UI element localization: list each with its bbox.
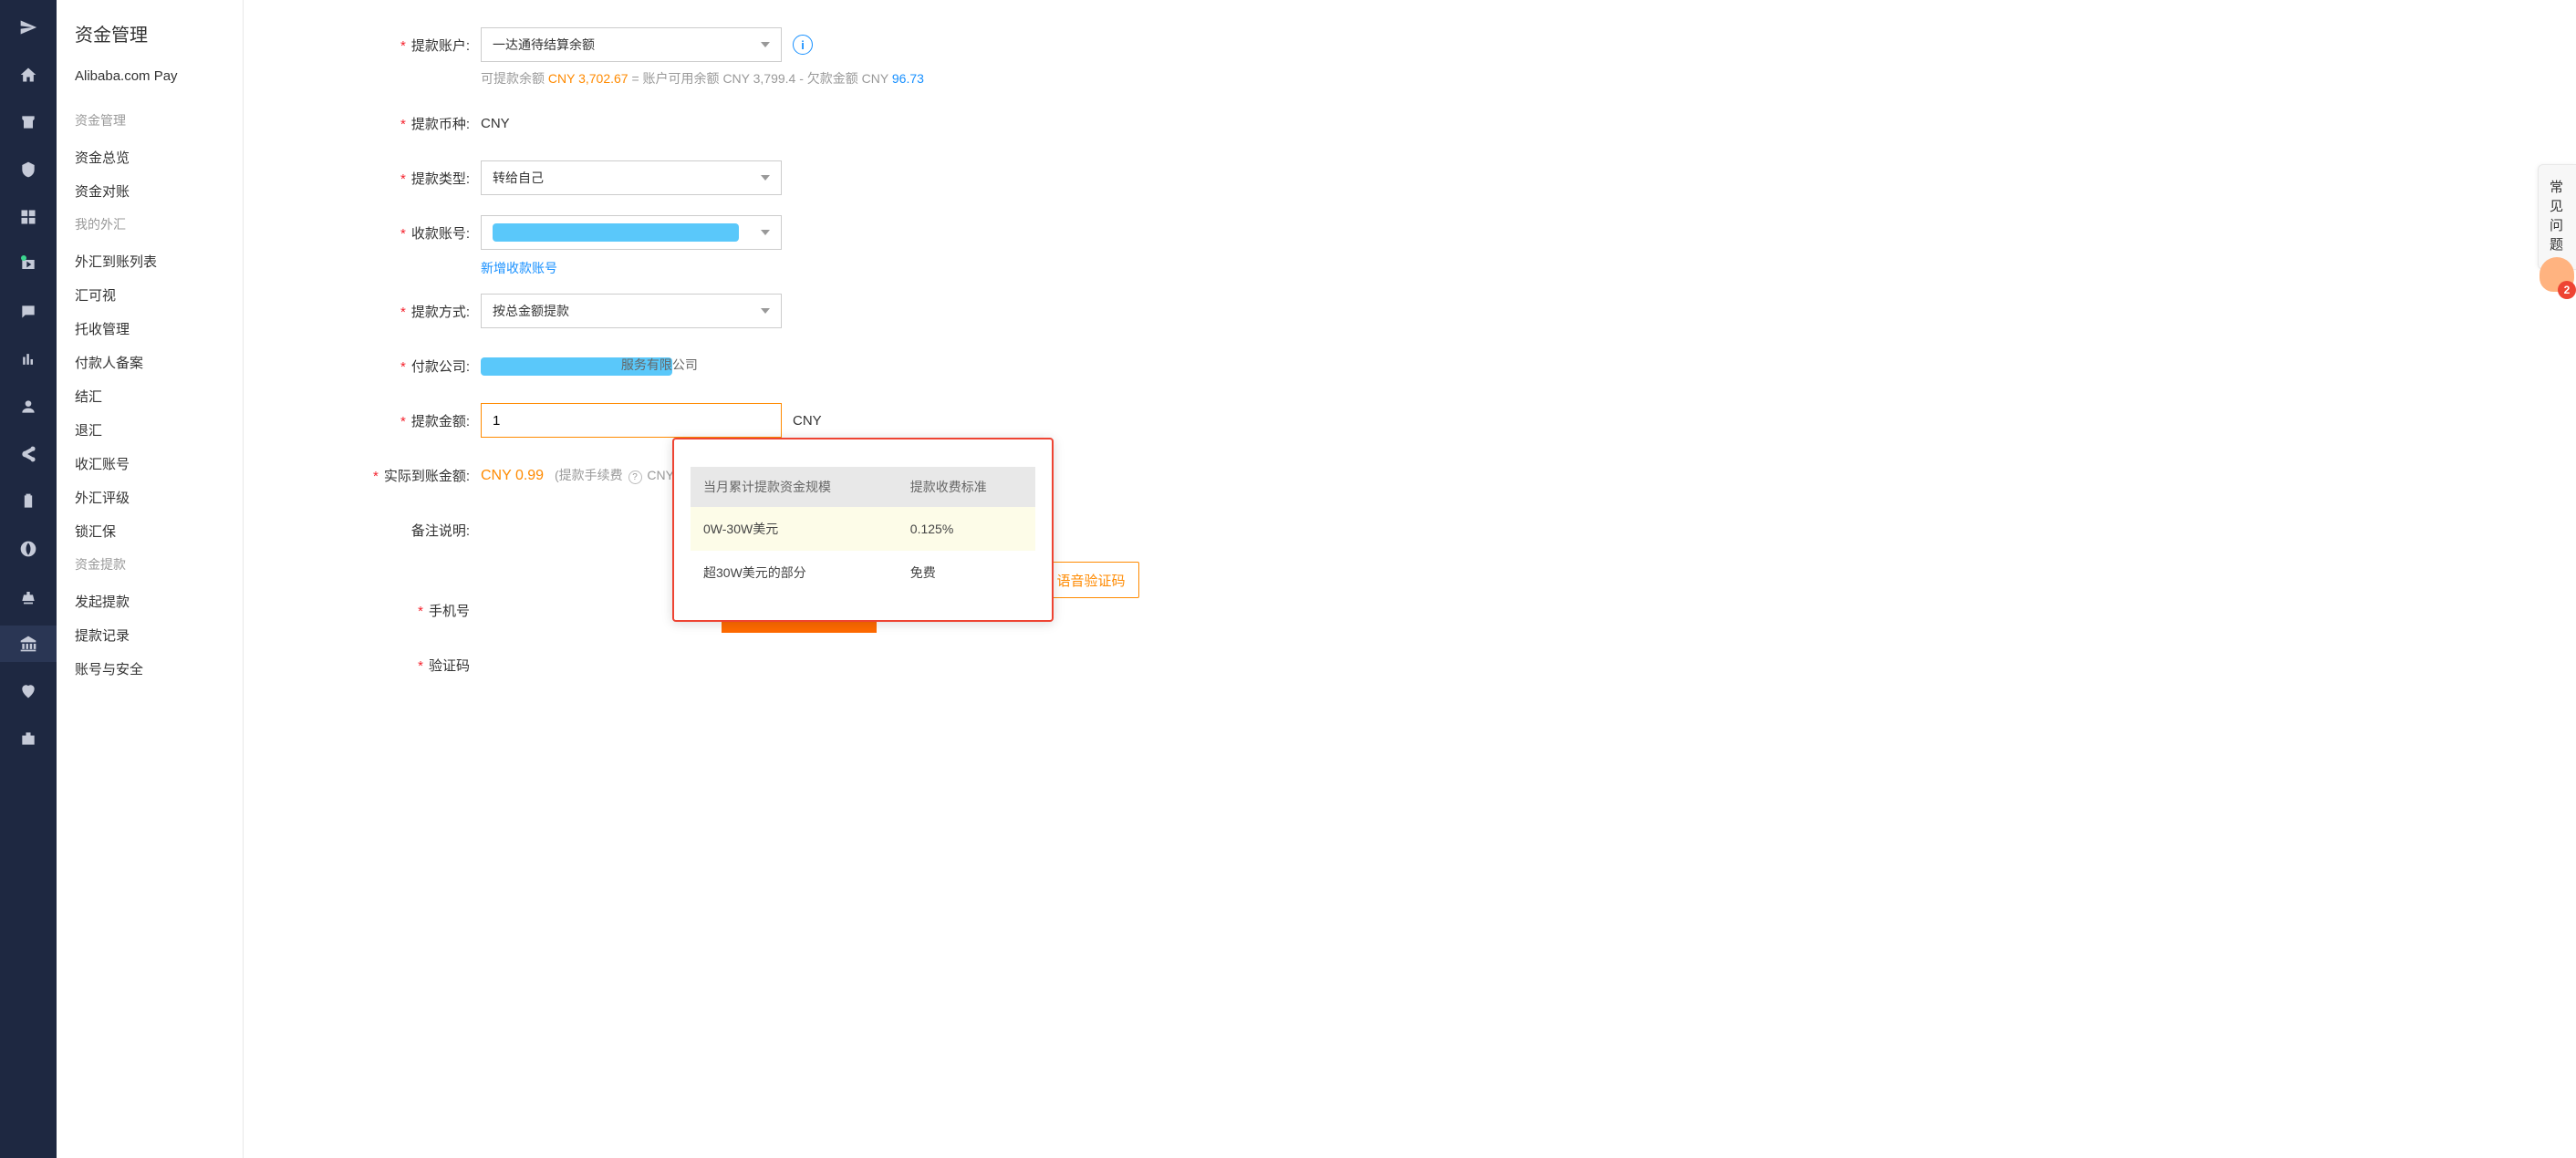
nav-video-icon[interactable] [17, 253, 39, 275]
nav-shield-icon[interactable] [17, 159, 39, 181]
nav-globe-icon[interactable] [17, 538, 39, 560]
chevron-down-icon [761, 230, 770, 235]
nav-chart-icon[interactable] [17, 348, 39, 370]
debt-amount[interactable]: 96.73 [892, 71, 924, 86]
amount-unit: CNY [793, 413, 822, 429]
company-value: 服务有限公司 [481, 356, 753, 375]
nav-ship-icon[interactable] [17, 585, 39, 607]
fee-row: 超30W美元的部分 免费 [691, 551, 1035, 595]
fee-tooltip: 当月累计提款资金规模 提款收费标准 0W-30W美元 0.125% 超30W美元… [672, 438, 1054, 622]
sidebar-item-forex-rating[interactable]: 外汇评级 [75, 481, 224, 514]
faq-label: 常见问题 [2539, 178, 2576, 254]
nav-store-icon[interactable] [17, 111, 39, 133]
sidebar-item-settle[interactable]: 结汇 [75, 379, 224, 413]
recv-select[interactable] [481, 215, 782, 250]
info-icon[interactable]: i [793, 35, 813, 55]
sidebar-group-withdraw: 资金提款 [75, 555, 224, 574]
actual-label: 实际到账金额: [384, 469, 470, 484]
sidebar-item-overview[interactable]: 资金总览 [75, 140, 224, 174]
sidebar-group-forex: 我的外汇 [75, 215, 224, 233]
chevron-down-icon [761, 308, 770, 314]
fee-col-scale: 当月累计提款资金规模 [691, 467, 898, 507]
nav-clipboard-icon[interactable] [17, 491, 39, 512]
sidebar-item-account-security[interactable]: 账号与安全 [75, 652, 224, 686]
nav-send-icon[interactable] [17, 16, 39, 38]
type-select[interactable]: 转给自己 [481, 160, 782, 195]
balance-info: 可提款余额 CNY 3,702.67 = 账户可用余额 CNY 3,799.4 … [481, 69, 2540, 88]
icon-rail [0, 0, 57, 1158]
sidebar: 资金管理 Alibaba.com Pay 资金管理 资金总览 资金对账 我的外汇… [57, 0, 244, 1158]
nav-apps-icon[interactable] [17, 206, 39, 228]
add-recv-link[interactable]: 新增收款账号 [481, 259, 2540, 277]
nav-briefcase-icon[interactable] [17, 728, 39, 750]
amount-input[interactable] [481, 403, 782, 438]
nav-heart-icon[interactable] [17, 680, 39, 702]
amount-label: 提款金额: [411, 414, 470, 429]
chevron-down-icon [761, 42, 770, 47]
sidebar-title: 资金管理 [75, 20, 224, 47]
account-label: 提款账户: [411, 38, 470, 54]
nav-home-icon[interactable] [17, 64, 39, 86]
voice-code-button[interactable]: 语音验证码 [1043, 562, 1139, 598]
nav-share-icon[interactable] [17, 443, 39, 465]
company-label: 付款公司: [411, 359, 470, 375]
account-select[interactable]: 一达通待结算余额 [481, 27, 782, 62]
sidebar-item-lock-rate[interactable]: 锁汇保 [75, 514, 224, 548]
withdrawable-amount: CNY 3,702.67 [548, 71, 628, 86]
fee-col-rate: 提款收费标准 [898, 467, 1035, 507]
sidebar-item-payer-record[interactable]: 付款人备案 [75, 346, 224, 379]
nav-users-icon[interactable] [17, 396, 39, 418]
currency-value: CNY [481, 116, 510, 131]
sidebar-item-collection[interactable]: 托收管理 [75, 312, 224, 346]
nav-bank-icon[interactable] [0, 626, 57, 662]
actual-amount: CNY 0.99 [481, 468, 544, 483]
help-icon[interactable]: ? [628, 470, 642, 484]
method-label: 提款方式: [411, 305, 470, 320]
sidebar-item-start-withdraw[interactable]: 发起提款 [75, 584, 224, 618]
faq-panel[interactable]: 常见问题 [2538, 164, 2576, 270]
currency-label: 提款币种: [411, 117, 470, 132]
recv-label: 收款账号: [411, 226, 470, 242]
verify-label: 验证码 [429, 658, 470, 674]
sidebar-item-forex-view[interactable]: 汇可视 [75, 278, 224, 312]
sidebar-group-funds: 资金管理 [75, 111, 224, 129]
nav-chat-icon[interactable] [17, 301, 39, 323]
main-form: *提款账户: 一达通待结算余额 i 可提款余额 CNY 3,702.67 = 账… [244, 0, 2576, 1158]
method-value: 按总金额提款 [493, 302, 569, 320]
account-value: 一达通待结算余额 [493, 36, 595, 54]
sidebar-brand[interactable]: Alibaba.com Pay [75, 68, 224, 84]
fee-row: 0W-30W美元 0.125% [691, 507, 1035, 551]
chevron-down-icon [761, 175, 770, 181]
type-label: 提款类型: [411, 171, 470, 187]
sidebar-item-refund[interactable]: 退汇 [75, 413, 224, 447]
method-select[interactable]: 按总金额提款 [481, 294, 782, 328]
recv-value-redacted [493, 223, 739, 242]
sidebar-item-withdraw-log[interactable]: 提款记录 [75, 618, 224, 652]
sidebar-item-recv-account[interactable]: 收汇账号 [75, 447, 224, 481]
sidebar-item-reconcile[interactable]: 资金对账 [75, 174, 224, 208]
notification-badge[interactable]: 2 [2558, 281, 2576, 299]
sidebar-item-forex-list[interactable]: 外汇到账列表 [75, 244, 224, 278]
type-value: 转给自己 [493, 169, 544, 187]
phone-label: 手机号 [429, 604, 470, 619]
remark-label: 备注说明: [411, 523, 470, 539]
